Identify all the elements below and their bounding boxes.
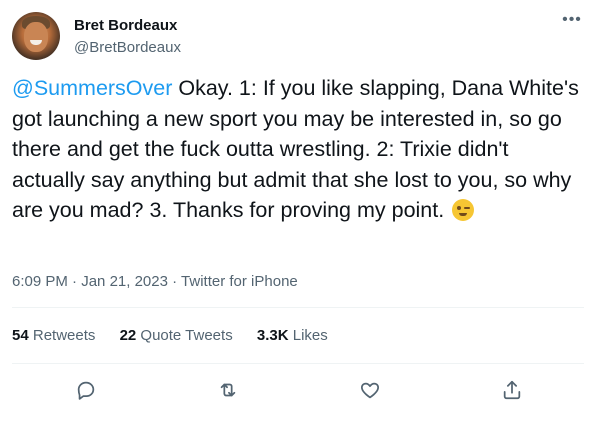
winking-face-emoji-icon [452,199,475,221]
reply-button[interactable] [72,376,100,404]
tweet-source[interactable]: Twitter for iPhone [181,273,298,290]
likes-stat[interactable]: 3.3K Likes [257,327,328,344]
likes-count: 3.3K [256,327,289,344]
share-icon [503,380,521,400]
like-button[interactable] [356,376,384,404]
more-options-icon[interactable]: ••• [562,12,582,34]
avatar[interactable] [12,12,60,60]
divider [12,307,584,308]
retweet-button[interactable] [214,376,242,404]
likes-label: Likes [288,327,328,344]
share-button[interactable] [498,376,526,404]
tweet: Bret Bordeaux @BretBordeaux ••• @Summers… [0,0,596,424]
meta-separator-2: · [167,273,182,290]
quote-tweets-label: Quote Tweets [136,327,233,344]
user-handle[interactable]: @BretBordeaux [74,38,181,58]
avatar-face [24,22,48,52]
meta-separator: · [67,273,82,290]
tweet-actions [0,372,596,408]
retweet-icon [220,383,236,397]
display-name[interactable]: Bret Bordeaux [74,16,181,36]
quote-tweets-stat[interactable]: 22 Quote Tweets [120,327,233,344]
retweets-label: Retweets [28,327,96,344]
tweet-date[interactable]: Jan 21, 2023 [81,273,168,290]
divider [12,363,584,364]
reply-icon [77,381,95,400]
retweets-stat[interactable]: 54 Retweets [12,327,95,344]
tweet-time[interactable]: 6:09 PM [12,273,68,290]
heart-icon [361,382,379,399]
tweet-text: @SummersOver Okay. 1: If you like slappi… [12,73,586,226]
tweet-header: Bret Bordeaux @BretBordeaux ••• [12,12,584,62]
author-name-block: Bret Bordeaux @BretBordeaux [74,16,181,58]
retweets-count: 54 [12,327,29,344]
tweet-stats: 54 Retweets 22 Quote Tweets 3.3K Likes [12,326,348,346]
tweet-meta: 6:09 PM · Jan 21, 2023 · Twitter for iPh… [12,272,298,292]
mention-link[interactable]: @SummersOver [12,76,172,100]
quote-tweets-count: 22 [119,327,137,344]
